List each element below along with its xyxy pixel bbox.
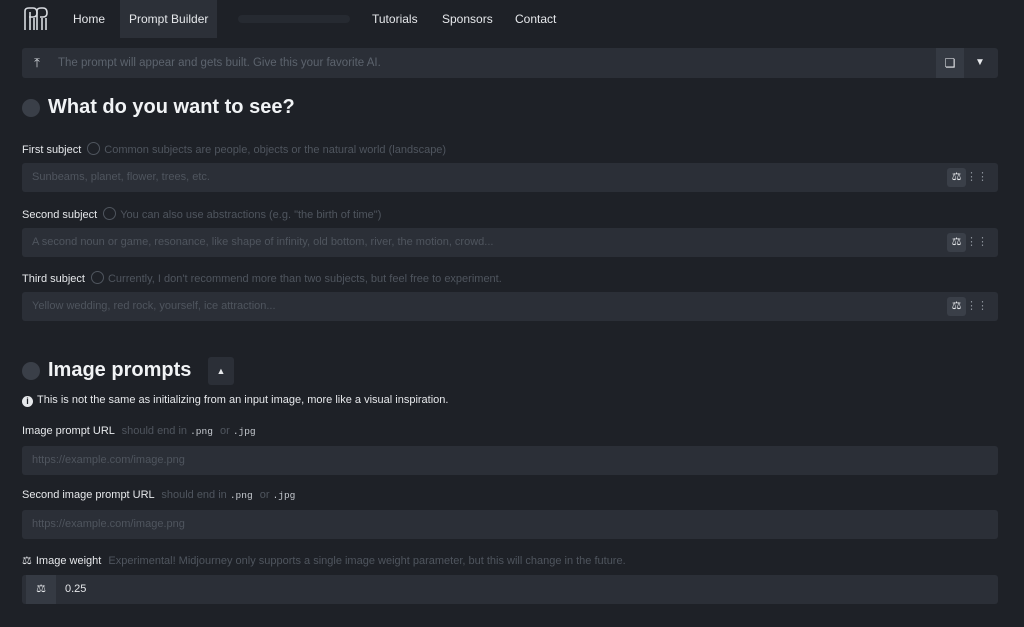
- second-subject-input[interactable]: A second noun or game, resonance, like s…: [22, 228, 998, 257]
- logo-icon[interactable]: [22, 6, 48, 32]
- second-subject-placeholder: A second noun or game, resonance, like s…: [32, 236, 494, 248]
- nav-contact[interactable]: Contact: [506, 0, 565, 38]
- upload-icon[interactable]: ⤒: [28, 54, 46, 72]
- nav-prompt-builder[interactable]: Prompt Builder: [120, 0, 218, 38]
- nav-tutorials[interactable]: Tutorials: [363, 0, 427, 38]
- second-subject-label-text: Second subject: [22, 209, 98, 221]
- image-weight-label-text: Image weight: [35, 555, 102, 567]
- prompt-output-placeholder: The prompt will appear and gets built. G…: [58, 57, 381, 69]
- first-subject-hint: Common subjects are people, objects or t…: [104, 144, 447, 156]
- second-subject-hint: You can also use abstractions (e.g. "the…: [120, 209, 382, 221]
- nav-home[interactable]: Home: [64, 0, 114, 38]
- ext-jpg: .jpg: [232, 426, 256, 437]
- help-icon: [87, 142, 101, 155]
- randomize-icon[interactable]: ⚖: [947, 297, 966, 316]
- dropdown-button[interactable]: ▼: [966, 48, 994, 78]
- image-weight-label: ⚖ Image weight Experimental! Midjourney o…: [22, 554, 626, 567]
- randomize-icon[interactable]: ⚖: [947, 168, 966, 187]
- first-subject-placeholder: Sunbeams, planet, flower, trees, etc.: [32, 171, 210, 183]
- third-subject-label-text: Third subject: [22, 273, 85, 285]
- caret-up-icon: ▲: [216, 366, 226, 376]
- third-subject-label: Third subject Currently, I don't recommen…: [22, 271, 502, 285]
- prompt-output-bar[interactable]: ⤒ The prompt will appear and gets built.…: [22, 48, 998, 78]
- image-url-label: Image prompt URL should end in .png or .…: [22, 425, 256, 437]
- image-weight-hint: Experimental! Midjourney only supports a…: [108, 555, 626, 567]
- navbar: Home Prompt Builder Tutorials Sponsors C…: [0, 0, 1024, 38]
- image-url-input[interactable]: https://example.com/image.png: [22, 446, 998, 475]
- eye-icon: [22, 99, 40, 117]
- weight-icon: ⚖: [22, 555, 32, 567]
- drag-handle-icon[interactable]: ⋮⋮: [966, 163, 988, 192]
- image-url-hint: should end in: [121, 425, 188, 437]
- caret-down-icon: ▼: [975, 57, 985, 68]
- image-weight-value: 0.25: [65, 583, 87, 595]
- first-subject-label: First subject Common subjects are people,…: [22, 142, 446, 156]
- image-prompts-info: i This is not the same as initializing fr…: [22, 394, 448, 407]
- first-subject-label-text: First subject: [22, 144, 82, 156]
- info-icon: i: [22, 396, 33, 407]
- image-weight-input[interactable]: ⚖ 0.25: [22, 575, 998, 604]
- help-icon: [90, 271, 104, 284]
- third-subject-input[interactable]: Yellow wedding, red rock, yourself, ice …: [22, 292, 998, 321]
- nav-obscured-item[interactable]: [238, 15, 350, 23]
- randomize-icon[interactable]: ⚖: [947, 233, 966, 252]
- image-icon: [22, 362, 40, 380]
- second-image-url-placeholder: https://example.com/image.png: [32, 518, 185, 530]
- third-subject-placeholder: Yellow wedding, red rock, yourself, ice …: [32, 300, 276, 312]
- ext-jpg: .jpg: [272, 490, 296, 501]
- randomize-icon[interactable]: ⚖: [26, 575, 56, 604]
- collapse-button[interactable]: ▲: [208, 357, 234, 385]
- first-subject-input[interactable]: Sunbeams, planet, flower, trees, etc. ⚖ …: [22, 163, 998, 192]
- ext-png: .png: [229, 490, 253, 501]
- or-text: or: [219, 425, 230, 437]
- help-icon: [103, 207, 117, 220]
- second-image-url-label-text: Second image prompt URL: [22, 489, 155, 501]
- image-prompts-info-text: This is not the same as initializing fro…: [37, 394, 449, 406]
- second-image-url-label: Second image prompt URL should end in .p…: [22, 489, 295, 501]
- image-url-placeholder: https://example.com/image.png: [32, 454, 185, 466]
- or-text: or: [259, 489, 270, 501]
- copy-button[interactable]: ❏: [936, 48, 964, 78]
- image-url-label-text: Image prompt URL: [22, 425, 115, 437]
- ext-png: .png: [190, 426, 213, 437]
- nav-sponsors[interactable]: Sponsors: [433, 0, 502, 38]
- section-title-images: Image prompts: [48, 359, 192, 381]
- second-subject-label: Second subject You can also use abstracti…: [22, 207, 381, 221]
- drag-handle-icon[interactable]: ⋮⋮: [966, 228, 988, 257]
- second-image-url-input[interactable]: https://example.com/image.png: [22, 510, 998, 539]
- section-title-see: What do you want to see?: [48, 96, 295, 118]
- third-subject-hint: Currently, I don't recommend more than t…: [107, 273, 502, 285]
- copy-icon: ❏: [944, 56, 956, 70]
- drag-handle-icon[interactable]: ⋮⋮: [966, 292, 988, 321]
- second-image-url-hint: should end in: [161, 489, 227, 501]
